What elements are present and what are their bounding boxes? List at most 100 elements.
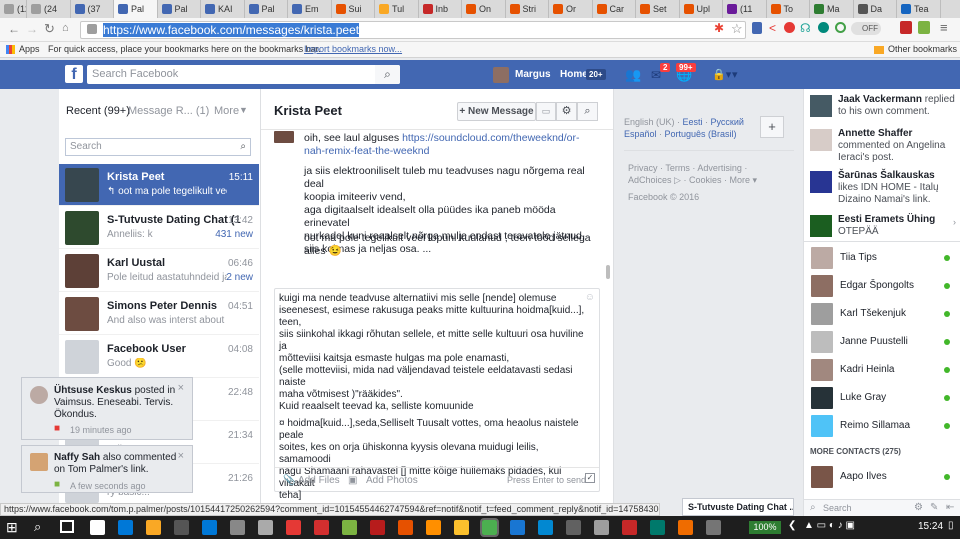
contact-item[interactable]: Luke Gray	[804, 384, 960, 412]
thread-row[interactable]: Karl Uustal Pole leitud aastatuhndeid ja…	[59, 250, 259, 292]
thread-row[interactable]: Simons Peter Dennis And also was interst…	[59, 293, 259, 335]
recent-tab[interactable]: Recent (99+)	[66, 105, 130, 117]
taskbar-app-icon[interactable]	[230, 520, 245, 535]
browser-tab[interactable]: Upl	[680, 0, 723, 18]
hide-sidebar-icon[interactable]: ⇤	[946, 502, 954, 513]
browser-tab[interactable]: KAI	[201, 0, 245, 18]
chat-search-bar[interactable]: ⌕ Search ⚙ ✎ ⇤	[804, 499, 960, 516]
footer-links[interactable]: Privacy · Terms · Advertising ·	[628, 163, 747, 173]
taskbar-app-icon[interactable]	[118, 520, 133, 535]
press-enter-checkbox[interactable]: ✓	[585, 473, 595, 483]
contact-item[interactable]: Reimo Sillamaa	[804, 412, 960, 440]
browser-tab[interactable]: Em	[288, 0, 332, 18]
avatar[interactable]	[493, 67, 509, 83]
browser-tab[interactable]: (37	[71, 0, 114, 18]
thread-row[interactable]: Facebook User Good 😕 04:08	[59, 336, 259, 378]
scrollbar[interactable]	[606, 265, 610, 279]
windows-start-icon[interactable]: ⊞	[6, 519, 18, 536]
thread-row[interactable]: Krista Peet ↰ oot ma pole tegelikult vee…	[59, 164, 259, 206]
profile-name[interactable]: Margus	[515, 69, 551, 80]
contact-item[interactable]: Janne Puustelli	[804, 328, 960, 356]
taskbar-app-icon[interactable]	[678, 520, 693, 535]
taskbar-app-icon[interactable]	[454, 520, 469, 535]
notification-center-icon[interactable]: ▯	[948, 520, 954, 531]
privacy-shortcuts-icon[interactable]: 🔒▾	[712, 68, 731, 81]
taskbar-app-icon[interactable]	[480, 518, 499, 537]
back-icon[interactable]: ←	[8, 22, 20, 36]
toggle-switch[interactable]: OFF	[851, 22, 881, 35]
ext-lime-icon[interactable]	[918, 21, 930, 34]
extension-icon[interactable]: ✱	[714, 21, 724, 35]
url-input[interactable]: https://www.facebook.com/messages/krista…	[80, 21, 746, 39]
browser-tab[interactable]: Pal	[158, 0, 201, 18]
clock[interactable]: 15:24	[918, 521, 943, 532]
share-icon[interactable]: <	[769, 21, 776, 35]
browser-tab[interactable]: (12	[0, 0, 27, 18]
browser-tab[interactable]: Set	[636, 0, 680, 18]
video-call-icon[interactable]: ▭	[536, 102, 556, 121]
search-icon[interactable]: ⌕	[240, 139, 246, 155]
new-group-icon[interactable]: ✎	[930, 502, 938, 513]
home-icon[interactable]: ⌂	[62, 22, 69, 34]
close-icon[interactable]: ×	[178, 450, 184, 462]
taskbar-app-icon[interactable]	[622, 520, 637, 535]
taskbar-app-icon[interactable]	[566, 520, 581, 535]
taskbar-app-icon[interactable]	[342, 520, 357, 535]
thread-row[interactable]: S-Tutvuste Dating Chat (1 Anneliis: k 13…	[59, 207, 259, 249]
headphones-icon[interactable]: ☊	[800, 21, 811, 35]
fb-extension-icon[interactable]	[752, 22, 762, 34]
tray-chevron-icon[interactable]: ❮	[788, 520, 796, 531]
browser-tab[interactable]: Tea	[897, 0, 941, 18]
apps-icon[interactable]	[6, 45, 15, 54]
facebook-logo-icon[interactable]: f	[65, 65, 83, 83]
home-link[interactable]: Home	[560, 69, 588, 80]
browser-tab[interactable]: Inb	[419, 0, 462, 18]
add-files-button[interactable]: Add Files	[298, 475, 340, 486]
language-link[interactable]: Eesti	[683, 117, 703, 127]
gear-icon[interactable]: ⚙	[914, 502, 923, 513]
page-info-icon[interactable]	[87, 24, 97, 34]
account-menu-icon[interactable]: ▾	[732, 68, 738, 81]
taskbar-app-icon[interactable]	[706, 520, 721, 535]
browser-tab[interactable]: Pal	[114, 0, 158, 18]
ext-teal-icon[interactable]	[818, 22, 829, 33]
forward-icon[interactable]: →	[26, 22, 38, 36]
contact-item[interactable]: Aapo Ilves	[804, 463, 960, 491]
taskbar-app-icon[interactable]	[370, 520, 385, 535]
paperclip-icon[interactable]: 📎	[283, 475, 295, 486]
ext-red-icon[interactable]	[900, 21, 912, 34]
bookmark-star-icon[interactable]: ☆	[731, 21, 743, 37]
add-language-button[interactable]: +	[760, 116, 784, 138]
gear-icon[interactable]: ⚙	[556, 102, 577, 121]
browser-tab[interactable]: Or	[549, 0, 593, 18]
browser-tab[interactable]: Tul	[375, 0, 419, 18]
apps-link[interactable]: Apps	[19, 42, 40, 57]
reload-icon[interactable]: ↻	[44, 21, 55, 37]
taskbar-app-icon[interactable]	[258, 520, 273, 535]
taskbar-app-icon[interactable]	[286, 520, 301, 535]
chevron-right-icon[interactable]: ›	[953, 217, 956, 227]
new-message-button[interactable]: + New Message	[457, 102, 536, 121]
camera-icon[interactable]: ▣	[348, 475, 357, 486]
notification-toast[interactable]: Naffy Sah also commented on Tom Palmer's…	[21, 445, 193, 493]
close-icon[interactable]: ×	[178, 382, 184, 394]
taskbar-app-icon[interactable]	[146, 520, 161, 535]
contact-item[interactable]: Tiia Tips	[804, 244, 960, 272]
language-link[interactable]: Español	[624, 129, 657, 139]
contact-item[interactable]: Edgar Špongolts	[804, 272, 960, 300]
taskbar-app-icon[interactable]	[510, 520, 525, 535]
more-tab[interactable]: More	[214, 105, 239, 117]
search-icon[interactable]: ⌕	[577, 102, 598, 121]
taskbar-app-icon[interactable]	[426, 520, 441, 535]
taskbar-app-icon[interactable]	[398, 520, 413, 535]
import-bookmarks-link[interactable]: Import bookmarks now...	[304, 42, 402, 57]
chat-tab[interactable]: S-Tutvuste Dating Chat ...	[682, 498, 794, 516]
contact-item[interactable]: Karl Tšekenjuk	[804, 300, 960, 328]
task-view-icon[interactable]	[60, 520, 74, 533]
notification-toast[interactable]: Ühtsuse Keskus posted in Vaimsus. Enesea…	[21, 377, 193, 440]
friend-requests-icon[interactable]: 👥	[625, 67, 641, 83]
compose-box[interactable]: ☺ kuigi ma nende teadvuse alternatiivi m…	[274, 288, 600, 501]
chevron-down-icon[interactable]: ▼	[239, 105, 248, 115]
menu-icon[interactable]: ≡	[940, 20, 948, 35]
taskbar-app-icon[interactable]	[314, 520, 329, 535]
